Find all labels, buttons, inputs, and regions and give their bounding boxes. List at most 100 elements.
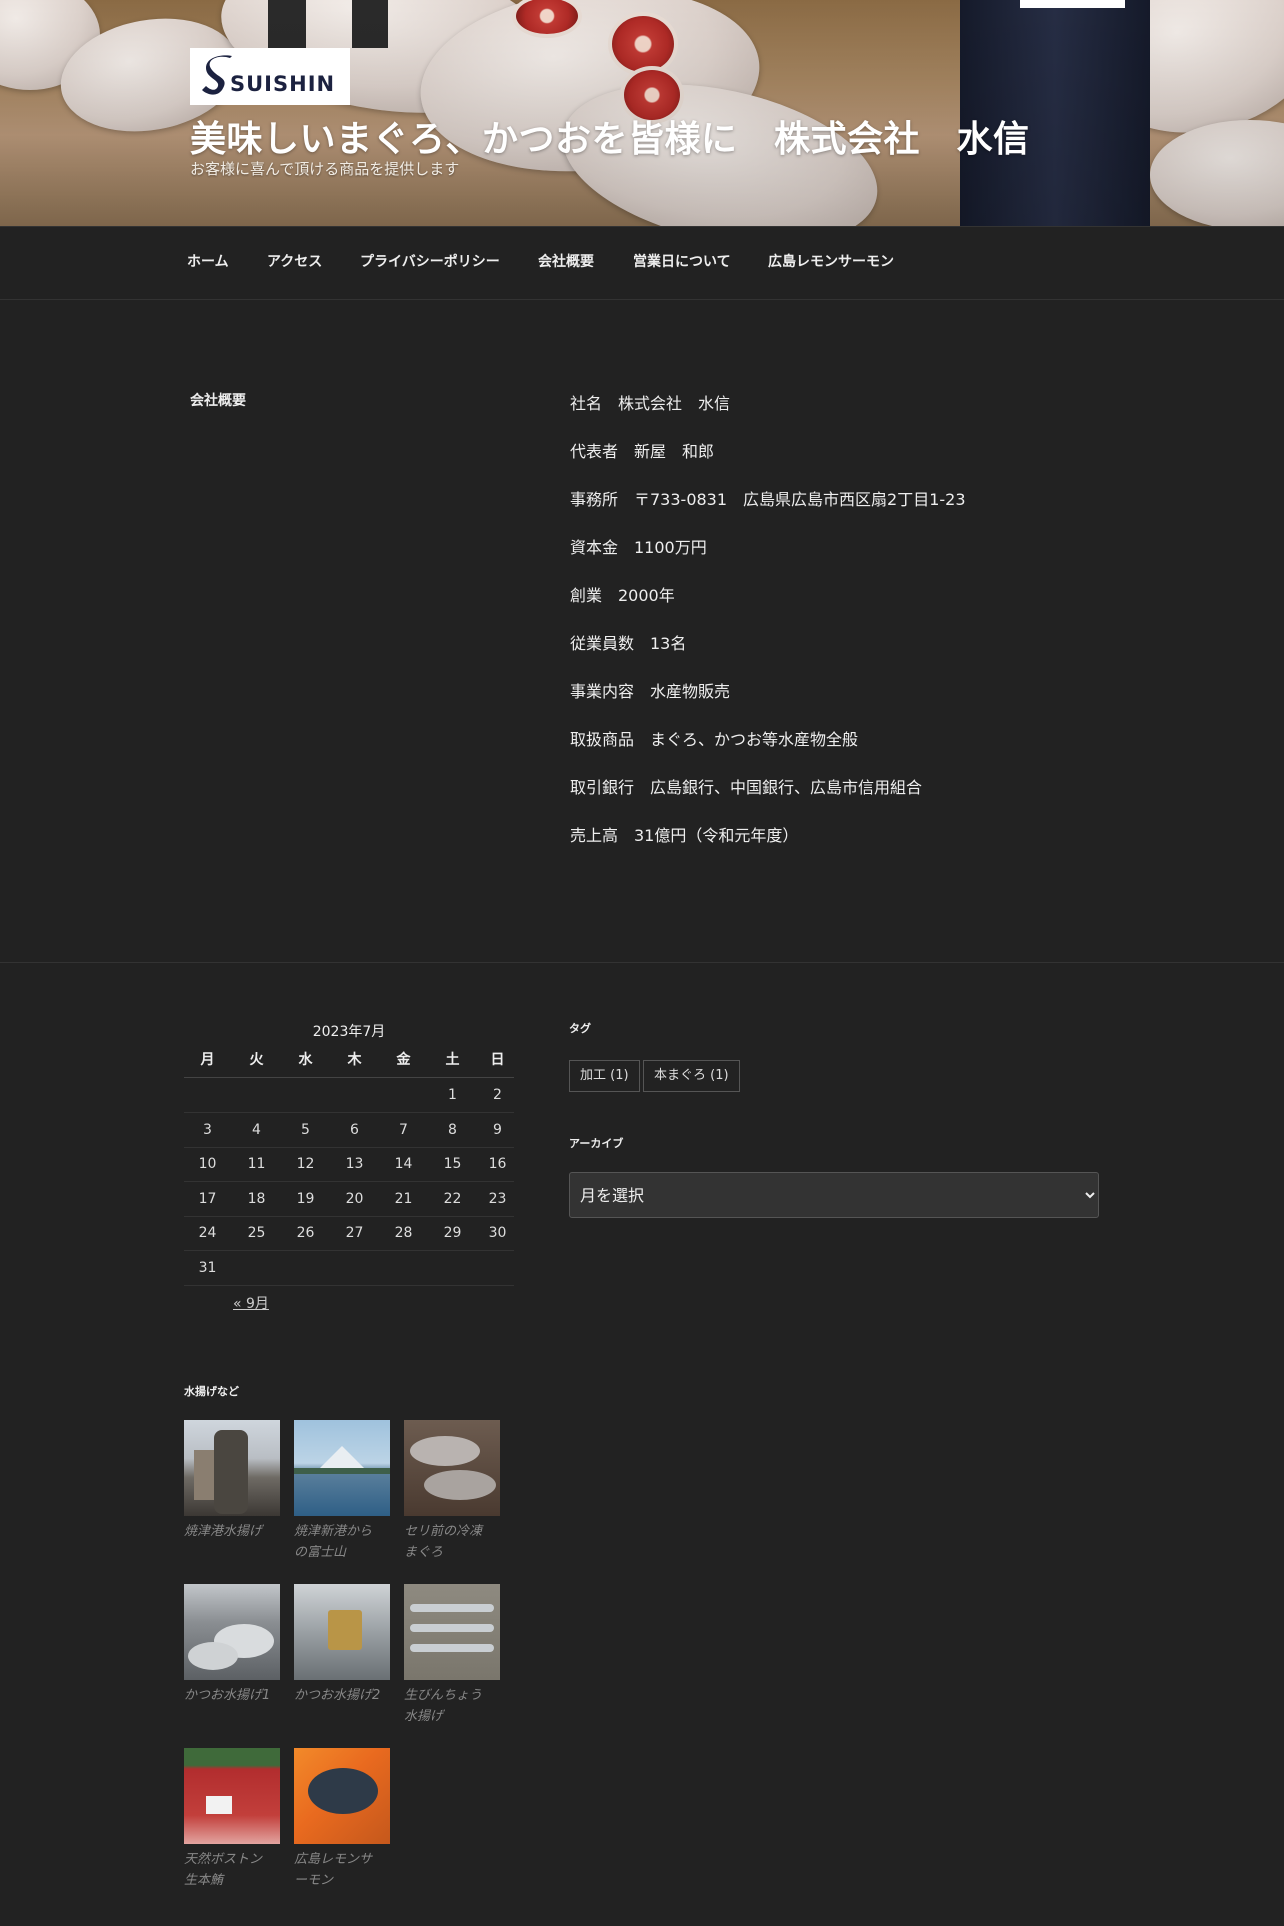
page-title: 会社概要 bbox=[190, 393, 246, 409]
tag-link[interactable]: 加工 (1) bbox=[569, 1060, 640, 1092]
calendar-week-row: 17 18 19 20 21 22 23 bbox=[184, 1182, 514, 1217]
thumb-photo-figure bbox=[194, 1450, 214, 1500]
calendar-day bbox=[331, 1078, 378, 1112]
company-info-line: 事務所 〒733-0831 広島県広島市西区扇2丁目1-23 bbox=[570, 490, 966, 509]
gallery-caption-line: 広島レモンサ bbox=[294, 1852, 373, 1867]
logo-s-icon bbox=[202, 55, 232, 95]
company-info-line: 社名 株式会社 水信 bbox=[570, 394, 731, 413]
thumb-photo-tank bbox=[328, 1610, 362, 1650]
gallery-thumbnail[interactable] bbox=[404, 1420, 500, 1516]
calendar-day: 30 bbox=[488, 1225, 507, 1241]
company-info-line: 従業員数 13名 bbox=[570, 634, 687, 653]
calendar-day: 29 bbox=[443, 1225, 462, 1241]
calendar-weekday-header: 月 火 水 木 金 土 日 bbox=[184, 1043, 514, 1078]
calendar-day: 8 bbox=[448, 1122, 457, 1138]
gallery-caption-line: 水揚げ bbox=[404, 1709, 444, 1724]
calendar-day: 7 bbox=[399, 1122, 408, 1138]
gallery-caption: かつお水揚げ1 bbox=[184, 1685, 280, 1706]
calendar-day: 13 bbox=[345, 1156, 364, 1172]
calendar-week-row: 10 11 12 13 14 15 16 bbox=[184, 1147, 514, 1182]
company-info-line: 取引銀行 広島銀行、中国銀行、広島市信用組合 bbox=[570, 778, 923, 797]
calendar-week-row: 24 25 26 27 28 29 30 bbox=[184, 1216, 514, 1251]
calendar-day: 28 bbox=[394, 1225, 413, 1241]
gallery-thumbnail[interactable] bbox=[294, 1584, 390, 1680]
calendar-day: 10 bbox=[198, 1156, 217, 1172]
calendar-prev-month-link[interactable]: « 9月 bbox=[233, 1293, 269, 1313]
gallery-caption: セリ前の冷凍 まぐろ bbox=[404, 1521, 500, 1563]
calendar-day: 25 bbox=[247, 1225, 266, 1241]
calendar-day bbox=[233, 1078, 280, 1112]
nav-item-privacy-policy[interactable]: プライバシーポリシー bbox=[360, 251, 500, 271]
nav-item-home[interactable]: ホーム bbox=[187, 251, 229, 271]
gallery-thumbnail[interactable] bbox=[184, 1748, 280, 1844]
gallery-caption: 焼津新港から の富士山 bbox=[294, 1521, 390, 1563]
gallery-caption: 広島レモンサ ーモン bbox=[294, 1849, 390, 1891]
calendar-day: 27 bbox=[345, 1225, 364, 1241]
archive-widget-title: アーカイブ bbox=[569, 1137, 624, 1150]
gallery-thumbnail[interactable] bbox=[294, 1420, 390, 1516]
thumb-photo-fish bbox=[410, 1644, 494, 1652]
calendar-day: 3 bbox=[203, 1122, 212, 1138]
company-info-line: 資本金 1100万円 bbox=[570, 538, 707, 557]
archive-month-select[interactable]: 月を選択 bbox=[569, 1172, 1099, 1218]
nav-item-company-overview[interactable]: 会社概要 bbox=[538, 251, 594, 271]
calendar-weekday: 土 bbox=[445, 1052, 460, 1068]
calendar-day: 21 bbox=[394, 1191, 413, 1207]
nav-item-business-days[interactable]: 営業日について bbox=[633, 251, 731, 271]
calendar-day: 5 bbox=[301, 1122, 310, 1138]
gallery-caption-line: かつお水揚げ2 bbox=[294, 1688, 381, 1703]
calendar-day: 15 bbox=[443, 1156, 462, 1172]
calendar-day bbox=[380, 1078, 427, 1112]
site-header: SUISHIN 美味しいまぐろ、かつおを皆様に 株式会社 水信 お客様に喜んで頂… bbox=[0, 0, 1284, 226]
site-tagline: お客様に喜んで頂ける商品を提供します bbox=[190, 160, 460, 178]
nav-item-access[interactable]: アクセス bbox=[267, 251, 322, 271]
calendar-day bbox=[380, 1251, 427, 1285]
calendar-day: 16 bbox=[488, 1156, 507, 1172]
calendar-day: 26 bbox=[296, 1225, 315, 1241]
gallery-caption-line: かつお水揚げ1 bbox=[184, 1688, 271, 1703]
gallery-thumbnail[interactable] bbox=[404, 1584, 500, 1680]
gallery-thumbnail[interactable] bbox=[184, 1420, 280, 1516]
gallery-thumbnail[interactable] bbox=[184, 1584, 280, 1680]
thumb-photo-shore bbox=[294, 1468, 390, 1474]
calendar-week-row: 31 bbox=[184, 1251, 514, 1286]
calendar-weekday: 金 bbox=[396, 1052, 411, 1068]
calendar-day: 24 bbox=[198, 1225, 217, 1241]
calendar-day: 9 bbox=[493, 1122, 502, 1138]
calendar-weekday: 水 bbox=[298, 1052, 313, 1068]
calendar-day bbox=[429, 1251, 476, 1285]
gallery-caption-line: 焼津港水揚げ bbox=[184, 1524, 263, 1539]
calendar-weekday: 月 bbox=[200, 1052, 215, 1068]
thumb-photo-mountain bbox=[318, 1446, 366, 1470]
calendar-weekday: 木 bbox=[347, 1052, 362, 1068]
calendar-day: 2 bbox=[493, 1087, 502, 1103]
gallery-caption-line: 天然ボストン bbox=[184, 1852, 263, 1867]
thumb-photo-fish bbox=[188, 1642, 238, 1670]
calendar-day: 20 bbox=[345, 1191, 364, 1207]
thumb-photo-fish bbox=[410, 1436, 480, 1466]
thumb-photo-fish bbox=[410, 1604, 494, 1612]
gallery-caption-line: まぐろ bbox=[404, 1545, 444, 1560]
site-logo[interactable]: SUISHIN bbox=[190, 48, 350, 105]
calendar-day bbox=[233, 1251, 280, 1285]
nav-item-lemon-salmon[interactable]: 広島レモンサーモン bbox=[768, 251, 894, 271]
gallery-caption-line: ーモン bbox=[294, 1873, 334, 1888]
footer-divider bbox=[0, 962, 1284, 963]
calendar-day bbox=[282, 1251, 329, 1285]
gallery-caption-line: 焼津新港から bbox=[294, 1524, 373, 1539]
company-info-line: 取扱商品 まぐろ、かつお等水産物全般 bbox=[570, 730, 859, 749]
thumb-photo-label bbox=[206, 1796, 232, 1814]
calendar-day: 19 bbox=[296, 1191, 315, 1207]
gallery-caption: 焼津港水揚げ bbox=[184, 1521, 280, 1542]
logo-text: SUISHIN bbox=[230, 72, 336, 96]
company-info-line: 売上高 31億円（令和元年度） bbox=[570, 826, 799, 845]
gallery-caption-line: の富士山 bbox=[294, 1545, 347, 1560]
tag-link[interactable]: 本まぐろ (1) bbox=[643, 1060, 740, 1092]
thumb-photo-fish bbox=[410, 1624, 494, 1632]
site-title[interactable]: 美味しいまぐろ、かつおを皆様に 株式会社 水信 bbox=[190, 110, 1030, 162]
gallery-thumbnail[interactable] bbox=[294, 1748, 390, 1844]
gallery-caption: かつお水揚げ2 bbox=[294, 1685, 390, 1706]
calendar-day bbox=[282, 1078, 329, 1112]
company-info-line: 事業内容 水産物販売 bbox=[570, 682, 731, 701]
thumb-photo-figure bbox=[214, 1430, 248, 1514]
